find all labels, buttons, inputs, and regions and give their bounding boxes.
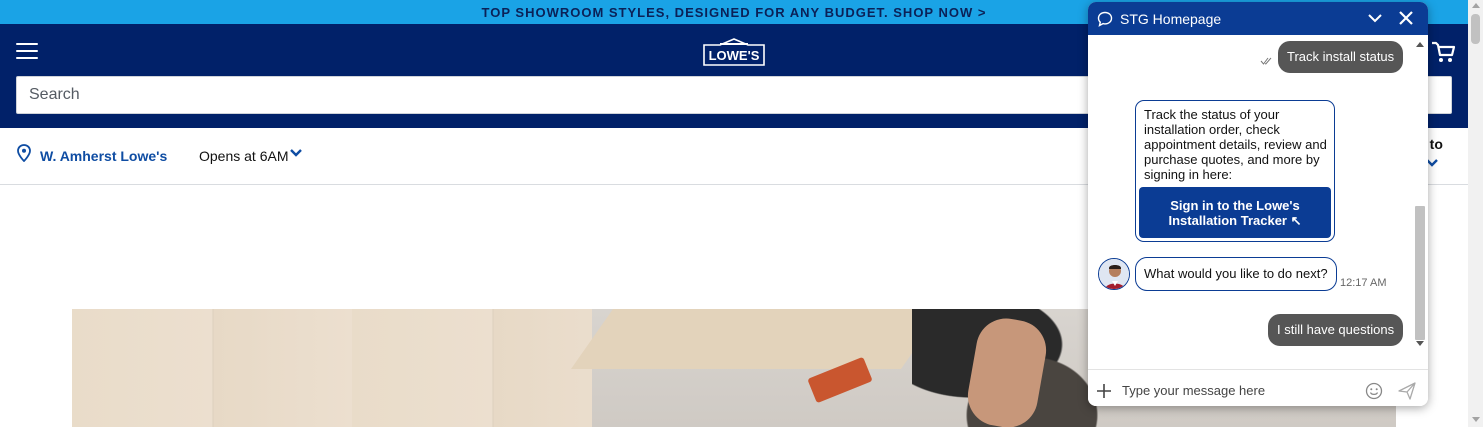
- scroll-down-arrow[interactable]: [1416, 341, 1424, 346]
- chat-header: STG Homepage: [1088, 2, 1428, 35]
- read-receipt-icon: [1260, 57, 1272, 65]
- hero-plank: [570, 309, 944, 369]
- agent-avatar: [1098, 258, 1130, 290]
- plus-icon[interactable]: [1096, 383, 1112, 399]
- location-pin-icon: [17, 144, 31, 162]
- scroll-up-arrow[interactable]: [1416, 42, 1424, 47]
- chat-title: STG Homepage: [1120, 11, 1222, 27]
- emoji-icon[interactable]: [1365, 382, 1383, 400]
- store-hours[interactable]: Opens at 6AM: [199, 148, 289, 164]
- promo-banner-text[interactable]: TOP SHOWROOM STYLES, DESIGNED FOR ANY BU…: [482, 5, 987, 20]
- lowes-homepage: TOP SHOWROOM STYLES, DESIGNED FOR ANY BU…: [0, 0, 1483, 427]
- lowes-logo[interactable]: LOWE'S: [702, 38, 766, 66]
- page-scrollbar[interactable]: [1468, 0, 1483, 427]
- store-name-link[interactable]: W. Amherst Lowe's: [40, 148, 167, 164]
- hamburger-icon[interactable]: [16, 43, 38, 61]
- agent-avatar-image: [1099, 259, 1129, 289]
- svg-text:LOWE'S: LOWE'S: [709, 48, 760, 63]
- cart-icon[interactable]: [1430, 40, 1456, 64]
- bot-message: What would you like to do next?: [1135, 257, 1337, 291]
- bot-message-card: Track the status of your installation or…: [1135, 100, 1335, 242]
- chat-bubble-icon: [1097, 11, 1113, 27]
- chat-transcript[interactable]: Track install status Track the status of…: [1088, 35, 1428, 352]
- scrollbar-thumb[interactable]: [1415, 206, 1425, 340]
- message-timestamp: 12:17 AM: [1340, 277, 1387, 289]
- chat-composer: [1088, 369, 1428, 406]
- user-message: I still have questions: [1268, 314, 1404, 346]
- send-icon[interactable]: [1397, 381, 1417, 401]
- chat-widget: STG Homepage Track install status Track …: [1088, 2, 1428, 406]
- chevron-down-icon[interactable]: [1368, 12, 1382, 24]
- chat-message-input[interactable]: [1122, 378, 1352, 402]
- bot-message-text: Track the status of your installation or…: [1144, 107, 1327, 182]
- scrollbar-thumb[interactable]: [1471, 14, 1480, 44]
- scroll-up-arrow[interactable]: [1472, 3, 1480, 8]
- scroll-down-arrow[interactable]: [1472, 417, 1480, 422]
- chat-scrollbar[interactable]: [1415, 38, 1425, 350]
- close-icon[interactable]: [1399, 11, 1413, 25]
- installation-tracker-signin-button[interactable]: Sign in to the Lowe's Installation Track…: [1139, 187, 1331, 238]
- chevron-down-icon[interactable]: [290, 148, 302, 158]
- user-message: Track install status: [1278, 41, 1404, 73]
